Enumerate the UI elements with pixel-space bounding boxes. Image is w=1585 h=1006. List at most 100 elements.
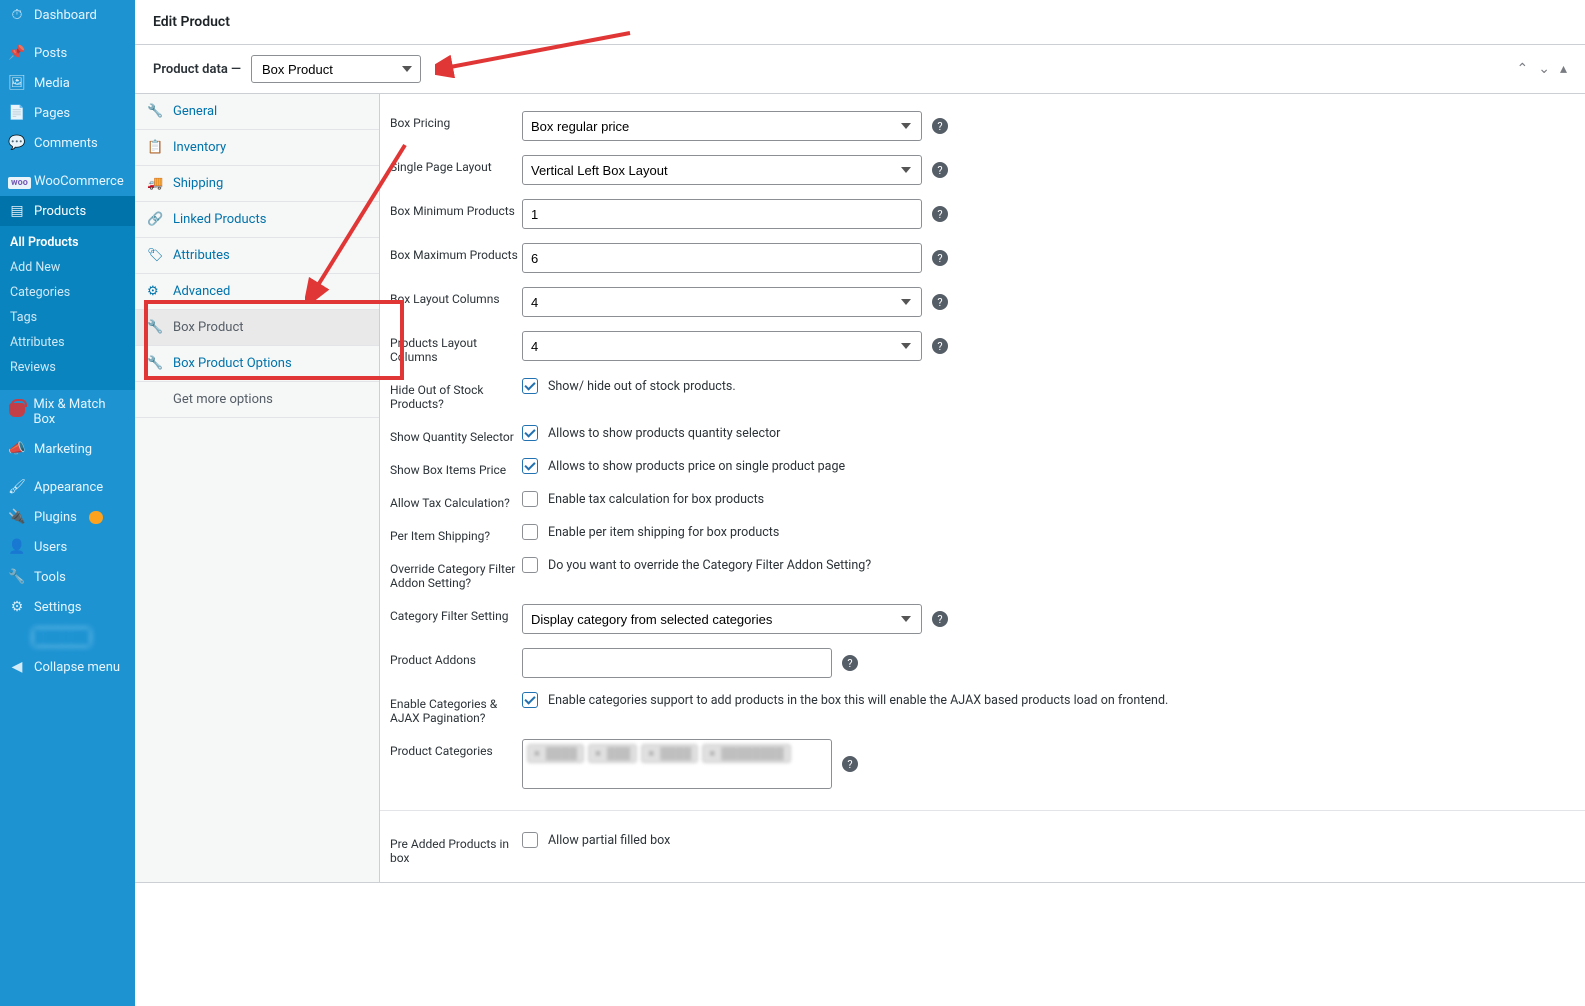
woocommerce-icon: woo <box>8 173 26 189</box>
menu-posts[interactable]: 📌Posts <box>0 38 135 68</box>
product-categories-tagbox[interactable]: ×████ ×███ ×████ ×████████ <box>522 739 832 789</box>
menu-marketing[interactable]: 📣Marketing <box>0 434 135 464</box>
comments-icon: 💬 <box>8 135 26 151</box>
help-icon[interactable]: ? <box>932 118 948 134</box>
checkbox-qty-selector[interactable] <box>522 425 538 441</box>
tag-icon: 🏷 <box>147 248 163 263</box>
help-icon[interactable]: ? <box>932 611 948 627</box>
menu-plugins[interactable]: 🔌Plugins <box>0 502 135 532</box>
checkbox-items-price[interactable] <box>522 458 538 474</box>
label-enable-cat-ajax: Enable Categories & AJAX Pagination? <box>390 692 522 725</box>
media-icon: 🖼 <box>8 75 26 91</box>
help-icon[interactable]: ? <box>932 338 948 354</box>
pin-icon: 📌 <box>8 45 26 61</box>
desc-override-cat: Do you want to override the Category Fil… <box>548 558 871 573</box>
checkbox-pre-added[interactable] <box>522 832 538 848</box>
label-qty-selector: Show Quantity Selector <box>390 425 522 444</box>
help-icon[interactable]: ? <box>932 206 948 222</box>
menu-tools[interactable]: 🔧Tools <box>0 562 135 592</box>
menu-comments[interactable]: 💬Comments <box>0 128 135 158</box>
menu-products[interactable]: ▤Products <box>0 196 135 226</box>
submenu-categories[interactable]: Categories <box>0 280 135 305</box>
mix-match-icon <box>8 403 25 421</box>
menu-users[interactable]: 👤Users <box>0 532 135 562</box>
users-icon: 👤 <box>8 539 26 555</box>
input-box-max[interactable] <box>522 243 922 273</box>
products-icon: ▤ <box>8 203 26 219</box>
checkbox-per-ship[interactable] <box>522 524 538 540</box>
help-icon[interactable]: ? <box>842 655 858 671</box>
label-tax: Allow Tax Calculation? <box>390 491 522 510</box>
product-data-label: Product data — <box>153 62 241 77</box>
category-tag[interactable]: ×███ <box>588 744 637 763</box>
collapse-icon: ◀ <box>8 659 26 675</box>
product-data-panel: Product data — Box Product ⌃ ⌄ ▴ 🔧Genera… <box>135 44 1585 883</box>
menu-appearance[interactable]: 🖌Appearance <box>0 472 135 502</box>
menu-pages[interactable]: 📄Pages <box>0 98 135 128</box>
desc-pre-added: Allow partial filled box <box>548 833 670 848</box>
tab-shipping[interactable]: 🚚Shipping <box>135 166 379 202</box>
help-icon[interactable]: ? <box>932 294 948 310</box>
wrench-icon: 🔧 <box>147 104 163 119</box>
menu-mix-match[interactable]: Mix & Match Box <box>0 390 135 434</box>
tab-general[interactable]: 🔧General <box>135 94 379 130</box>
menu-woocommerce[interactable]: wooWooCommerce <box>0 166 135 196</box>
submenu-all-products[interactable]: All Products <box>0 230 135 255</box>
checkbox-hide-oos[interactable] <box>522 378 538 394</box>
category-tag[interactable]: ×████ <box>641 744 698 763</box>
menu-hidden[interactable]: ██████ <box>0 622 135 652</box>
label-box-layout-cols: Box Layout Columns <box>390 287 522 306</box>
menu-collapse[interactable]: ◀Collapse menu <box>0 652 135 682</box>
label-override-cat: Override Category Filter Addon Setting? <box>390 557 522 590</box>
label-box-pricing: Box Pricing <box>390 111 522 130</box>
label-hide-oos: Hide Out of Stock Products? <box>390 378 522 411</box>
select-single-page-layout[interactable]: Vertical Left Box Layout <box>522 155 922 185</box>
tab-attributes[interactable]: 🏷Attributes <box>135 238 379 274</box>
settings-icon: ⚙ <box>8 599 26 615</box>
help-icon[interactable]: ? <box>842 756 858 772</box>
label-items-price: Show Box Items Price <box>390 458 522 477</box>
input-product-addons[interactable] <box>522 648 832 678</box>
input-box-min[interactable] <box>522 199 922 229</box>
desc-items-price: Allows to show products price on single … <box>548 459 845 474</box>
inventory-icon: 📋 <box>147 140 163 155</box>
menu-dashboard[interactable]: ⏱Dashboard <box>0 0 135 30</box>
menu-settings[interactable]: ⚙Settings <box>0 592 135 622</box>
checkbox-enable-cat-ajax[interactable] <box>522 692 538 708</box>
select-products-layout-cols[interactable]: 4 <box>522 331 922 361</box>
pages-icon: 📄 <box>8 105 26 121</box>
plugins-icon: 🔌 <box>8 509 26 525</box>
submenu-reviews[interactable]: Reviews <box>0 355 135 380</box>
select-box-layout-cols[interactable]: 4 <box>522 287 922 317</box>
tab-get-more-options[interactable]: Get more options <box>135 382 379 418</box>
tab-box-product[interactable]: 🔧Box Product <box>135 310 379 346</box>
submenu-attributes[interactable]: Attributes <box>0 330 135 355</box>
plugin-update-badge <box>89 511 103 524</box>
appearance-icon: 🖌 <box>8 479 26 495</box>
gear-icon: ⚙ <box>147 284 163 299</box>
select-box-pricing[interactable]: Box regular price <box>522 111 922 141</box>
panel-move-down-icon[interactable]: ⌄ <box>1538 61 1550 77</box>
desc-tax: Enable tax calculation for box products <box>548 492 764 507</box>
label-cat-filter: Category Filter Setting <box>390 604 522 623</box>
tab-inventory[interactable]: 📋Inventory <box>135 130 379 166</box>
checkbox-tax[interactable] <box>522 491 538 507</box>
help-icon[interactable]: ? <box>932 250 948 266</box>
tab-box-product-options[interactable]: 🔧Box Product Options <box>135 346 379 382</box>
submenu-tags[interactable]: Tags <box>0 305 135 330</box>
tab-linked-products[interactable]: 🔗Linked Products <box>135 202 379 238</box>
label-box-max: Box Maximum Products <box>390 243 522 262</box>
help-icon[interactable]: ? <box>932 162 948 178</box>
panel-move-up-icon[interactable]: ⌃ <box>1517 61 1529 77</box>
category-tag[interactable]: ×████████ <box>702 744 790 763</box>
menu-media[interactable]: 🖼Media <box>0 68 135 98</box>
panel-toggle-icon[interactable]: ▴ <box>1560 61 1567 77</box>
product-data-header: Product data — Box Product ⌃ ⌄ ▴ <box>135 45 1585 94</box>
submenu-add-new[interactable]: Add New <box>0 255 135 280</box>
tab-advanced[interactable]: ⚙Advanced <box>135 274 379 310</box>
product-type-select[interactable]: Box Product <box>251 55 421 83</box>
label-single-page-layout: Single Page Layout <box>390 155 522 174</box>
select-cat-filter[interactable]: Display category from selected categorie… <box>522 604 922 634</box>
checkbox-override-cat[interactable] <box>522 557 538 573</box>
category-tag[interactable]: ×████ <box>527 744 584 763</box>
